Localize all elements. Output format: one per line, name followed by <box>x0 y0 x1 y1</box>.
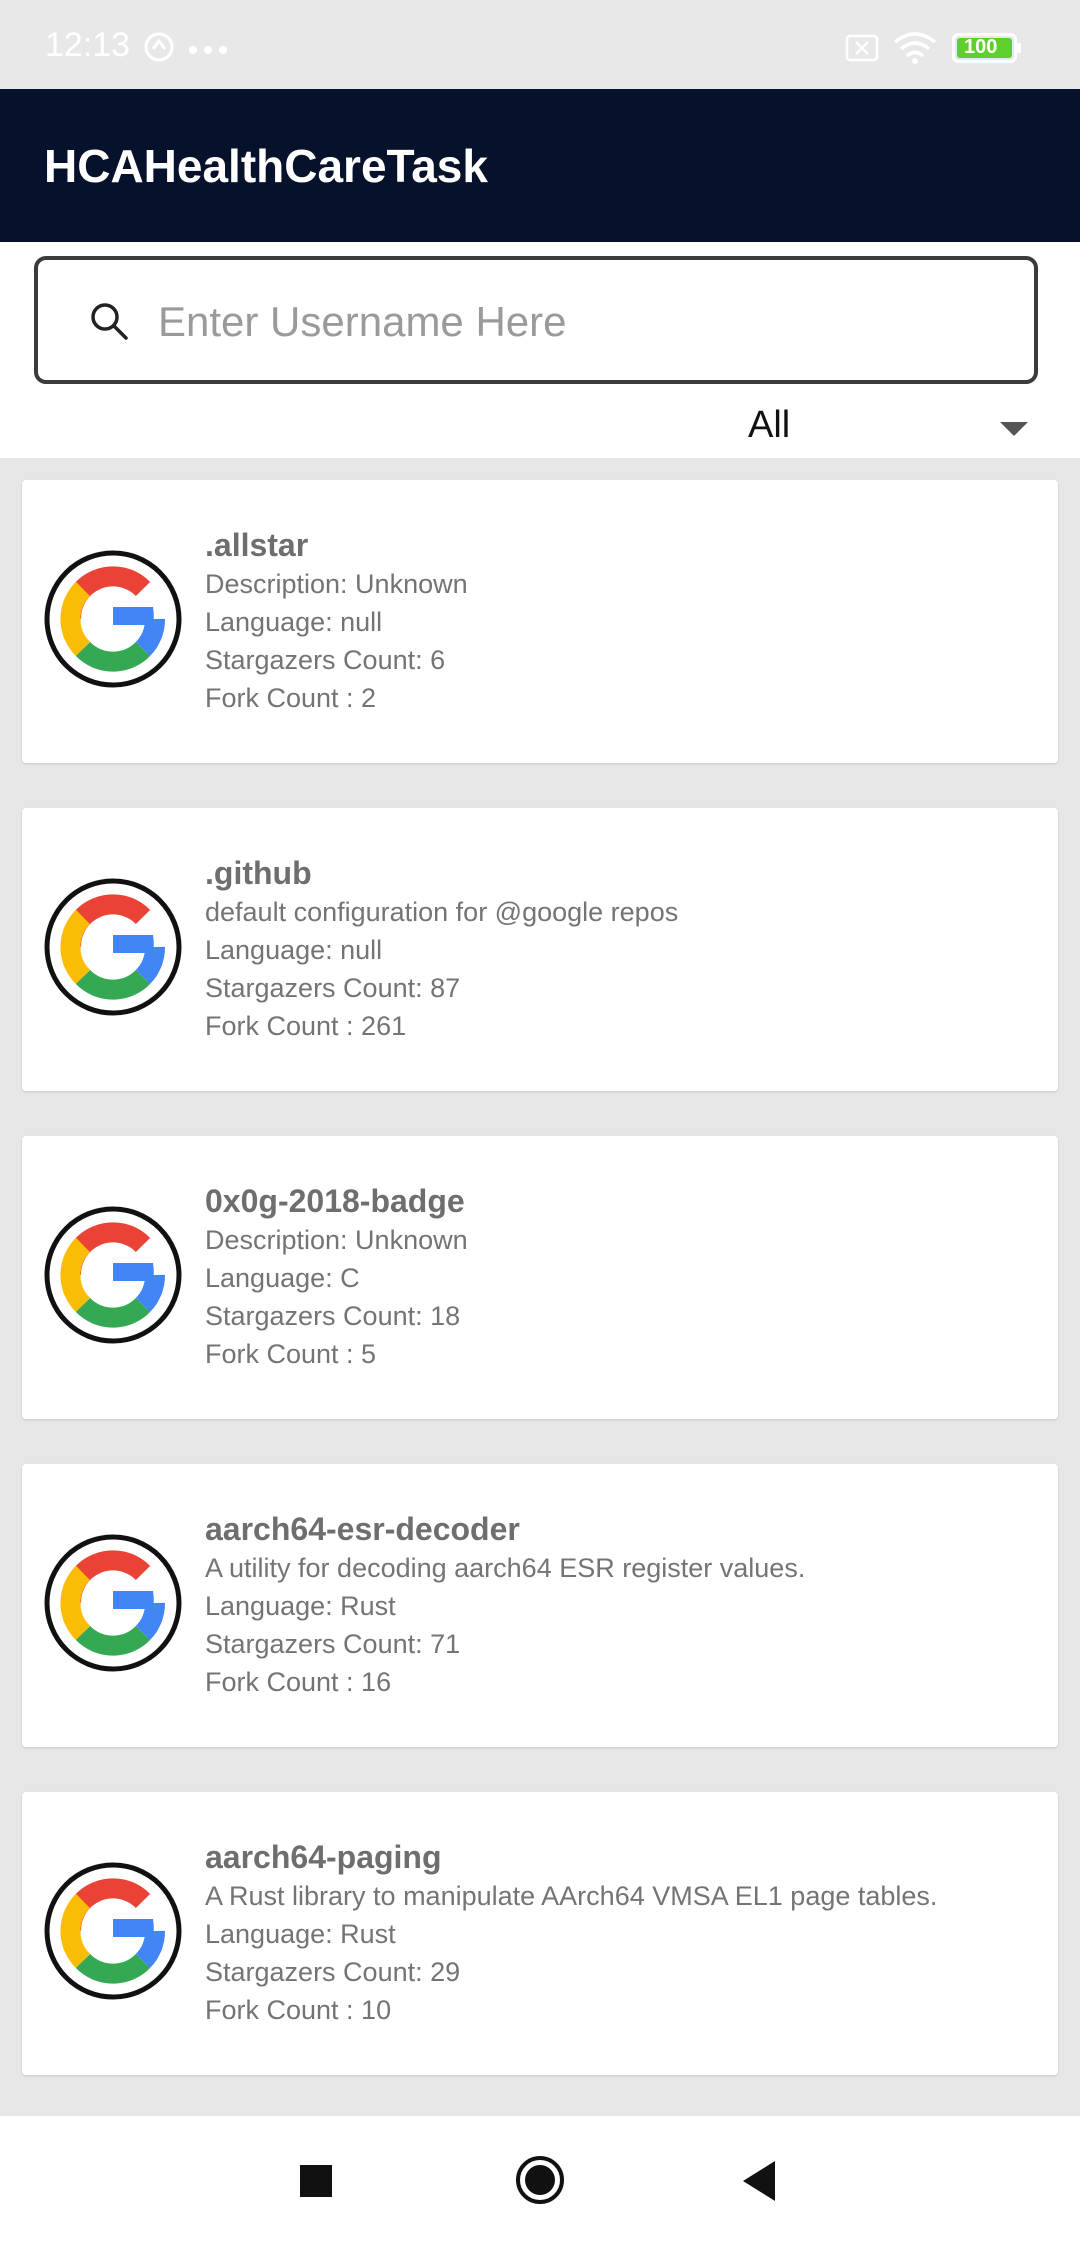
repo-card[interactable]: 0x0g-2018-badge Description: Unknown Lan… <box>22 1136 1058 1419</box>
recents-square-icon[interactable] <box>299 2164 333 2203</box>
repo-language: Language: C <box>205 1263 360 1293</box>
repo-forks: Fork Count : 5 <box>205 1339 377 1369</box>
notification-icon <box>143 31 175 68</box>
google-logo-icon <box>44 878 182 1016</box>
system-nav-bar <box>0 2116 1080 2246</box>
repo-stars: Stargazers Count: 87 <box>205 973 461 1003</box>
google-logo-icon <box>44 1206 182 1344</box>
wifi-icon <box>893 30 937 69</box>
repo-forks: Fork Count : 16 <box>205 1667 392 1697</box>
app-bar: HCAHealthCareTask <box>0 89 1080 242</box>
repo-card[interactable]: aarch64-paging A Rust library to manipul… <box>22 1792 1058 2075</box>
repo-name: 0x0g-2018-badge <box>205 1183 465 1219</box>
status-time: 12:13 <box>45 26 131 64</box>
repo-info: aarch64-esr-decoder A utility for decodi… <box>205 1510 805 1701</box>
repo-card[interactable]: .github default configuration for @googl… <box>22 808 1058 1091</box>
home-circle-icon[interactable] <box>514 2154 566 2211</box>
repo-info: .allstar Description: Unknown Language: … <box>205 526 468 717</box>
google-logo-icon <box>44 550 182 688</box>
repo-forks: Fork Count : 2 <box>205 683 377 713</box>
chevron-down-icon <box>1000 422 1028 443</box>
back-triangle-icon[interactable] <box>743 2161 777 2206</box>
repo-description: A utility for decoding aarch64 ESR regis… <box>205 1553 806 1583</box>
repo-forks: Fork Count : 261 <box>205 1011 407 1041</box>
repo-stars: Stargazers Count: 6 <box>205 645 446 675</box>
repo-description: default configuration for @google repos <box>205 897 679 927</box>
search-box[interactable] <box>34 256 1038 384</box>
google-logo-icon <box>44 1534 182 1672</box>
repo-language: Language: Rust <box>205 1919 396 1949</box>
repo-name: .allstar <box>205 527 309 563</box>
search-icon <box>88 300 130 347</box>
app-title: HCAHealthCareTask <box>44 140 488 192</box>
repo-info: aarch64-paging A Rust library to manipul… <box>205 1838 937 2029</box>
filter-selected: All <box>748 404 791 446</box>
repo-list: .allstar Description: Unknown Language: … <box>22 480 1058 2120</box>
repo-language: Language: null <box>205 935 383 965</box>
repo-stars: Stargazers Count: 18 <box>205 1301 461 1331</box>
repo-forks: Fork Count : 10 <box>205 1995 392 2025</box>
repo-language: Language: null <box>205 607 383 637</box>
repo-card[interactable]: aarch64-esr-decoder A utility for decodi… <box>22 1464 1058 1747</box>
repo-name: aarch64-paging <box>205 1839 442 1875</box>
status-bar: 12:13 100 <box>0 0 1080 89</box>
filter-dropdown[interactable]: All <box>740 402 1040 452</box>
repo-description: Description: Unknown <box>205 1225 468 1255</box>
repo-description: A Rust library to manipulate AArch64 VMS… <box>205 1881 938 1911</box>
repo-language: Language: Rust <box>205 1591 396 1621</box>
repo-stars: Stargazers Count: 71 <box>205 1629 461 1659</box>
search-area: All <box>0 242 1080 458</box>
repo-info: 0x0g-2018-badge Description: Unknown Lan… <box>205 1182 468 1373</box>
battery-level: 100 <box>964 36 998 58</box>
repo-name: aarch64-esr-decoder <box>205 1511 520 1547</box>
repo-description: Description: Unknown <box>205 569 468 599</box>
google-logo-icon <box>44 1862 182 2000</box>
repo-stars: Stargazers Count: 29 <box>205 1957 461 1987</box>
repo-name: .github <box>205 855 312 891</box>
repo-info: .github default configuration for @googl… <box>205 854 678 1045</box>
sim-off-icon <box>845 34 879 67</box>
more-dots-icon <box>188 42 228 60</box>
search-input[interactable] <box>156 290 1020 354</box>
repo-card[interactable]: .allstar Description: Unknown Language: … <box>22 480 1058 763</box>
